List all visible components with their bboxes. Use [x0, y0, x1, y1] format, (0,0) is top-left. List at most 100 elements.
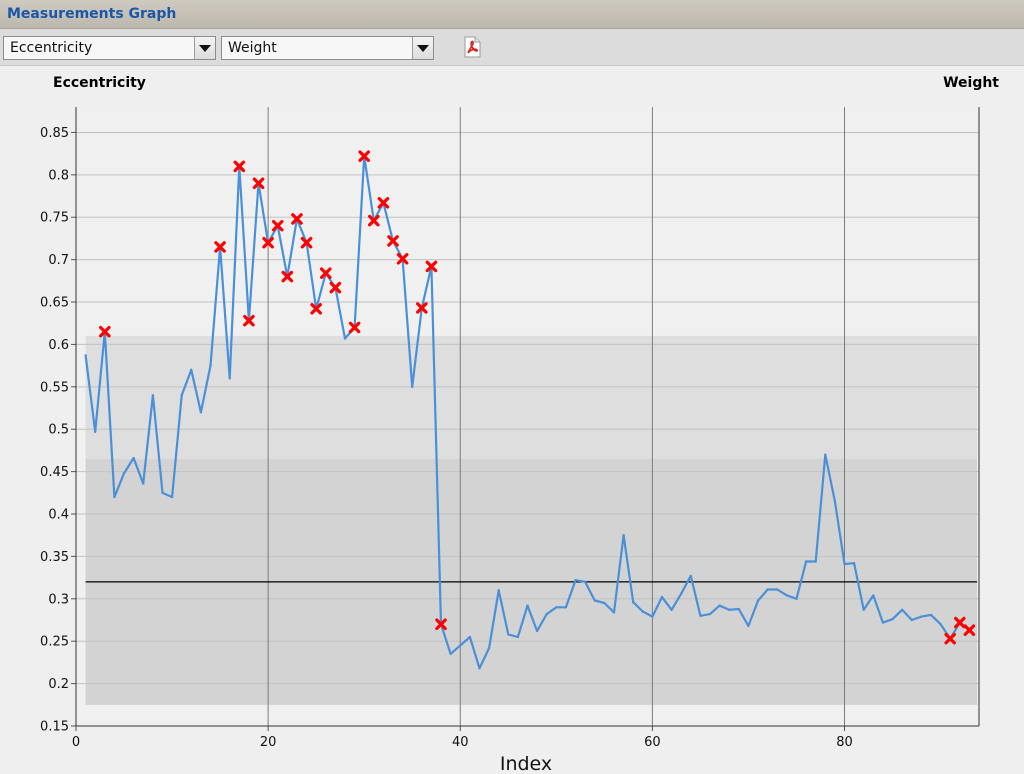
data-point [190, 368, 193, 372]
bands-layer [76, 107, 979, 726]
data-point [881, 621, 885, 624]
data-point [641, 610, 644, 613]
data-point [564, 606, 568, 609]
data-point [555, 606, 558, 609]
chevron-down-icon [199, 45, 211, 52]
data-point [583, 580, 587, 584]
data-point [487, 646, 491, 650]
data-point [151, 394, 155, 397]
x-tick-label: 80 [836, 735, 853, 750]
window-title: Measurements Graph [7, 6, 177, 22]
data-point [516, 635, 520, 639]
y-tick-label: 0.65 [40, 296, 69, 311]
data-point [468, 635, 472, 639]
data-point [689, 574, 693, 578]
y-tick-label: 0.85 [40, 126, 69, 141]
right-measure-value: Weight [228, 40, 277, 56]
pdf-icon[interactable] [462, 36, 482, 58]
data-point [795, 597, 798, 601]
data-point [526, 604, 529, 607]
data-point [113, 495, 116, 499]
y-tick-label: 0.3 [48, 592, 69, 607]
data-point [900, 608, 904, 612]
data-point [161, 491, 164, 495]
data-point [84, 354, 87, 357]
data-point [862, 608, 865, 612]
data-point [545, 612, 548, 616]
data-point [776, 588, 779, 591]
data-point [209, 364, 212, 367]
data-point [660, 595, 664, 599]
x-tick-label: 0 [72, 735, 80, 750]
x-tick-label: 20 [260, 735, 277, 750]
x-tick-label: 40 [452, 735, 469, 750]
data-point [593, 599, 596, 602]
chevron-down-icon [417, 45, 429, 52]
y-tick-label: 0.15 [40, 720, 69, 735]
data-point [680, 592, 683, 595]
y-tick-label: 0.55 [40, 380, 69, 395]
data-point [824, 453, 827, 456]
data-point [766, 588, 769, 591]
data-point [449, 652, 452, 656]
data-point [228, 377, 231, 380]
data-point [910, 618, 913, 622]
plot-area: Eccentricity Weight Index 0.15 0.2 0.25 0.3… [0, 66, 1024, 774]
y-tick-label: 0.25 [40, 635, 69, 650]
data-point [708, 612, 712, 616]
data-point [603, 601, 606, 605]
data-point [728, 608, 731, 612]
data-point [843, 562, 846, 566]
data-point [459, 644, 462, 647]
data-point [920, 615, 923, 618]
y-tick-label: 0.35 [40, 550, 69, 565]
data-point [814, 560, 817, 563]
data-point [718, 604, 721, 607]
window-titlebar: Measurements Graph [0, 0, 1024, 29]
right-axis-title: Weight [943, 75, 999, 91]
data-point [180, 394, 183, 397]
data-point [699, 614, 702, 617]
y-tick-label: 0.5 [48, 423, 69, 438]
data-point [142, 482, 145, 485]
data-point [929, 613, 933, 617]
data-point [343, 337, 347, 340]
measurements-chart: Eccentricity Weight Index 0.15 0.2 0.25 0.3… [40, 75, 999, 774]
data-point [939, 623, 942, 626]
right-measure-select[interactable]: Weight [221, 36, 434, 60]
data-point [756, 599, 760, 602]
data-point [651, 615, 654, 618]
data-point [631, 601, 635, 604]
data-point [574, 578, 577, 582]
data-point [737, 607, 741, 611]
data-point [507, 633, 510, 636]
left-measure-value: Eccentricity [10, 40, 93, 56]
right-measure-dropdown-button[interactable] [412, 37, 433, 59]
y-tick-label: 0.4 [48, 508, 69, 523]
data-point [199, 411, 203, 414]
y-tick-label: 0.75 [40, 211, 69, 226]
data-point [872, 594, 875, 597]
x-axis-title: Index [500, 753, 552, 774]
y-tick-label: 0.45 [40, 465, 69, 480]
data-point [747, 624, 750, 628]
x-tick-label: 60 [644, 735, 661, 750]
data-point [478, 667, 481, 670]
data-point [411, 385, 414, 389]
y-tick-label: 0.7 [48, 253, 69, 268]
toolbar: Eccentricity Weight [0, 29, 1024, 66]
data-point [670, 608, 673, 612]
y-tick-label: 0.8 [48, 168, 69, 183]
left-measure-dropdown-button[interactable] [194, 37, 215, 59]
data-point [132, 456, 135, 460]
y-tick-label: 0.2 [48, 677, 69, 692]
data-point [170, 495, 174, 499]
data-point [852, 561, 856, 565]
data-point [612, 611, 616, 614]
data-point [785, 594, 789, 597]
data-point [891, 617, 894, 621]
left-measure-select[interactable]: Eccentricity [3, 36, 216, 60]
data-point [622, 534, 625, 537]
data-point [535, 629, 539, 633]
data-point [497, 589, 500, 592]
